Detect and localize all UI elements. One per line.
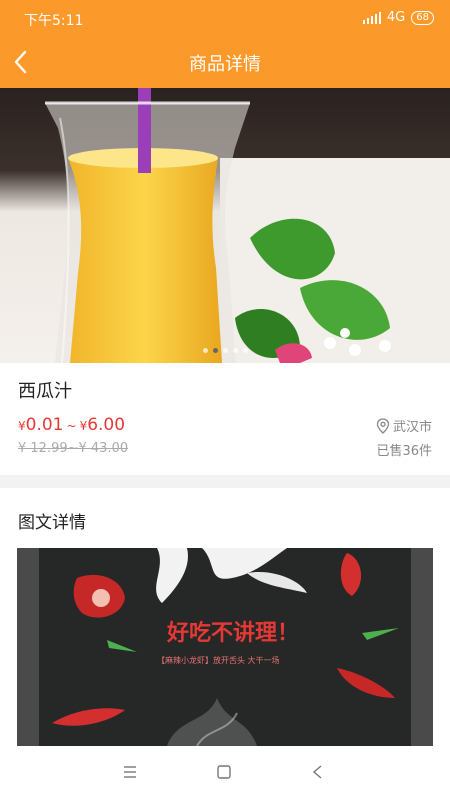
poster-subline: 【麻辣小龙虾】放开舌头 大干一场 bbox=[157, 655, 280, 665]
network-type: 4G bbox=[386, 10, 406, 25]
status-time: 下午5:11 bbox=[24, 13, 84, 29]
detail-poster-image: 好吃不讲理！ 【麻辣小龙虾】放开舌头 大干一场 bbox=[17, 548, 433, 746]
product-image-carousel[interactable] bbox=[0, 88, 450, 363]
currency-symbol: ¥ bbox=[18, 419, 26, 433]
home-button[interactable] bbox=[216, 764, 232, 784]
signal-icon bbox=[362, 11, 381, 24]
product-info-card: 西瓜汁 ¥0.01 ~ ¥6.00 ¥ 12.99~¥ 43.00 武汉市 已售36… bbox=[0, 363, 450, 475]
status-bar: 下午5:11 4G 68 bbox=[0, 0, 450, 35]
menu-icon bbox=[124, 766, 136, 778]
poster-headline: 好吃不讲理！ bbox=[166, 620, 299, 646]
home-square-icon bbox=[217, 765, 231, 779]
system-back-button[interactable] bbox=[310, 764, 326, 784]
price-min: 0.01 bbox=[25, 415, 64, 435]
carousel-indicator bbox=[0, 348, 450, 353]
carousel-dot[interactable] bbox=[242, 348, 248, 353]
sold-count: 已售36件 bbox=[376, 444, 432, 459]
menu-button[interactable] bbox=[122, 764, 138, 784]
price-max: 6.00 bbox=[87, 415, 126, 435]
current-price: ¥0.01 ~ ¥6.00 bbox=[18, 415, 125, 435]
detail-title: 图文详情 bbox=[18, 513, 86, 533]
back-triangle-icon bbox=[312, 765, 322, 779]
carousel-dot[interactable] bbox=[232, 348, 238, 353]
original-price: ¥ 12.99~¥ 43.00 bbox=[18, 441, 129, 456]
location: 武汉市 bbox=[376, 416, 432, 435]
map-pin-icon bbox=[376, 417, 390, 434]
location-text: 武汉市 bbox=[392, 420, 432, 435]
juice-photo bbox=[0, 88, 450, 363]
carousel-dot[interactable] bbox=[212, 348, 218, 353]
page-title: 商品详情 bbox=[189, 54, 261, 75]
product-name: 西瓜汁 bbox=[18, 381, 72, 402]
carousel-dot[interactable] bbox=[222, 348, 228, 353]
detail-section: 图文详情 好吃不讲理！ 【麻辣小龙虾】放开舌头 大干一场 bbox=[0, 488, 450, 746]
nav-bar: 商品详情 bbox=[0, 35, 450, 88]
carousel-dot[interactable] bbox=[202, 348, 208, 353]
status-icons: 4G 68 bbox=[362, 10, 434, 25]
price-separator: ~ bbox=[66, 419, 77, 433]
battery-icon: 68 bbox=[411, 10, 434, 25]
system-nav-bar bbox=[0, 746, 450, 800]
